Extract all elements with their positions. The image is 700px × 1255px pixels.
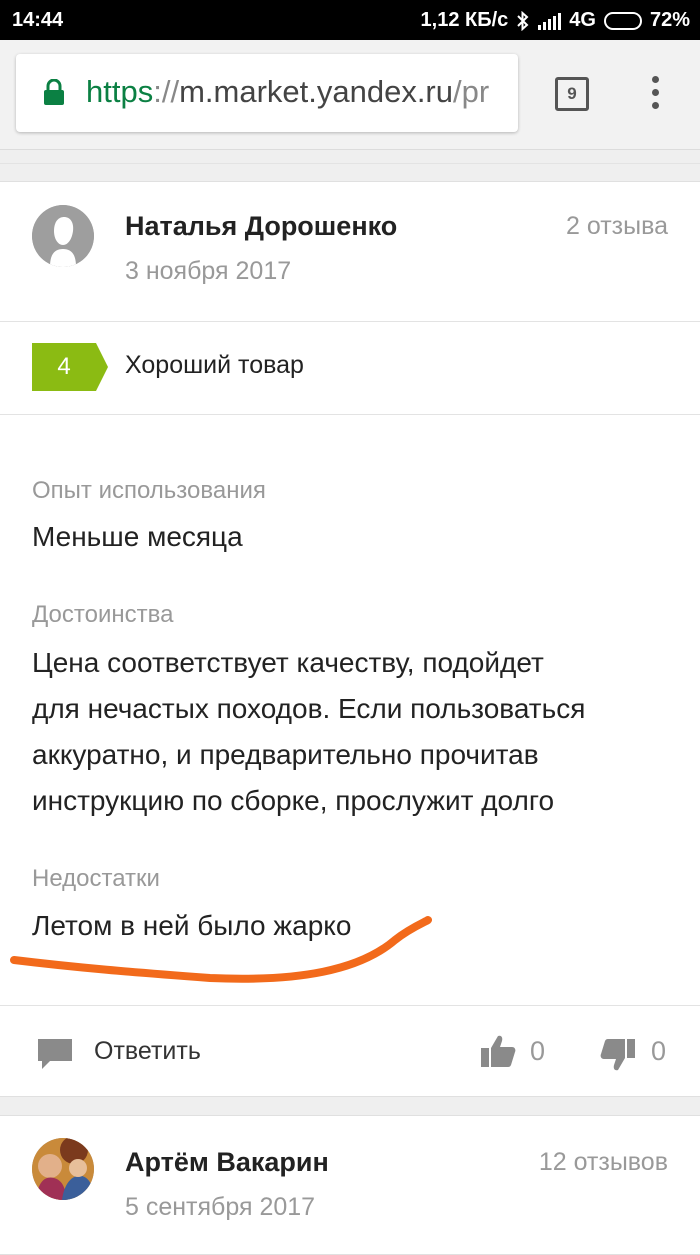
divider [0, 321, 700, 322]
top-divider [0, 163, 700, 164]
address-bar[interactable]: https://m.market.yandex.ru/pr [16, 54, 518, 132]
author-reviews-count[interactable]: 12 отзывов [539, 1148, 668, 1177]
divider [0, 414, 700, 415]
status-indicators: 1,12 КБ/с 4G 72% [421, 9, 690, 32]
battery-icon [603, 11, 642, 30]
like-count: 0 [530, 1036, 546, 1066]
pros-line: инструкцию по сборке, прослужит долго [32, 785, 555, 816]
menu-dot [651, 89, 659, 96]
cons-label: Недостатки [32, 865, 160, 892]
grade-value: 4 [57, 353, 71, 380]
hand-drawn-underline [10, 916, 432, 983]
author-reviews-count[interactable]: 2 отзыва [566, 212, 668, 241]
url-host: m.market.yandex.ru [179, 74, 453, 109]
url-scheme: https [86, 74, 154, 109]
reply-button[interactable]: Ответить [94, 1037, 201, 1066]
avatar-placeholder-icon [32, 205, 94, 267]
url-text: https://m.market.yandex.ru/pr [86, 74, 489, 110]
signal-icon [538, 12, 562, 30]
battery-percent: 72% [649, 9, 690, 31]
bluetooth-icon [517, 10, 529, 31]
review-date: 5 сентября 2017 [125, 1193, 316, 1221]
status-bar: 14:44 1,12 КБ/с 4G 72% [0, 0, 700, 40]
url-path: /pr [453, 74, 490, 109]
tab-switcher-button[interactable]: 9 [555, 77, 589, 111]
overflow-menu-button[interactable] [650, 76, 660, 112]
review-date: 3 ноября 2017 [125, 257, 292, 285]
thumbs-down-icon[interactable] [600, 1038, 636, 1072]
thumbs-up-icon[interactable] [480, 1034, 516, 1068]
url-separator: :// [153, 74, 180, 109]
browser-toolbar: https://m.market.yandex.ru/pr 9 [0, 40, 700, 150]
network-type: 4G [569, 9, 596, 31]
experience-value: Меньше месяца [32, 521, 243, 552]
divider [0, 1005, 700, 1006]
network-speed: 1,12 КБ/с [420, 9, 509, 31]
avatar-photo [32, 1138, 94, 1200]
comment-icon[interactable] [36, 1037, 74, 1071]
pros-line: аккуратно, и предварительно прочитав [32, 739, 539, 770]
grade-text: Хороший товар [125, 351, 304, 379]
experience-label: Опыт использования [32, 477, 266, 504]
pros-line: для нечастых походов. Если пользоваться [32, 693, 586, 724]
lock-icon [44, 79, 64, 105]
status-time: 14:44 [12, 9, 64, 31]
menu-dot [651, 102, 659, 109]
pros-label: Достоинства [32, 601, 174, 628]
review-card [0, 1115, 700, 1255]
pros-line: Цена соответствует качеству, подойдет [32, 647, 544, 678]
review-author[interactable]: Артём Вакарин [125, 1147, 329, 1178]
dislike-count: 0 [651, 1036, 667, 1066]
pros-text: Цена соответствует качеству, подойдет дл… [32, 640, 585, 824]
review-author[interactable]: Наталья Дорошенко [125, 211, 397, 242]
menu-dot [651, 76, 659, 83]
